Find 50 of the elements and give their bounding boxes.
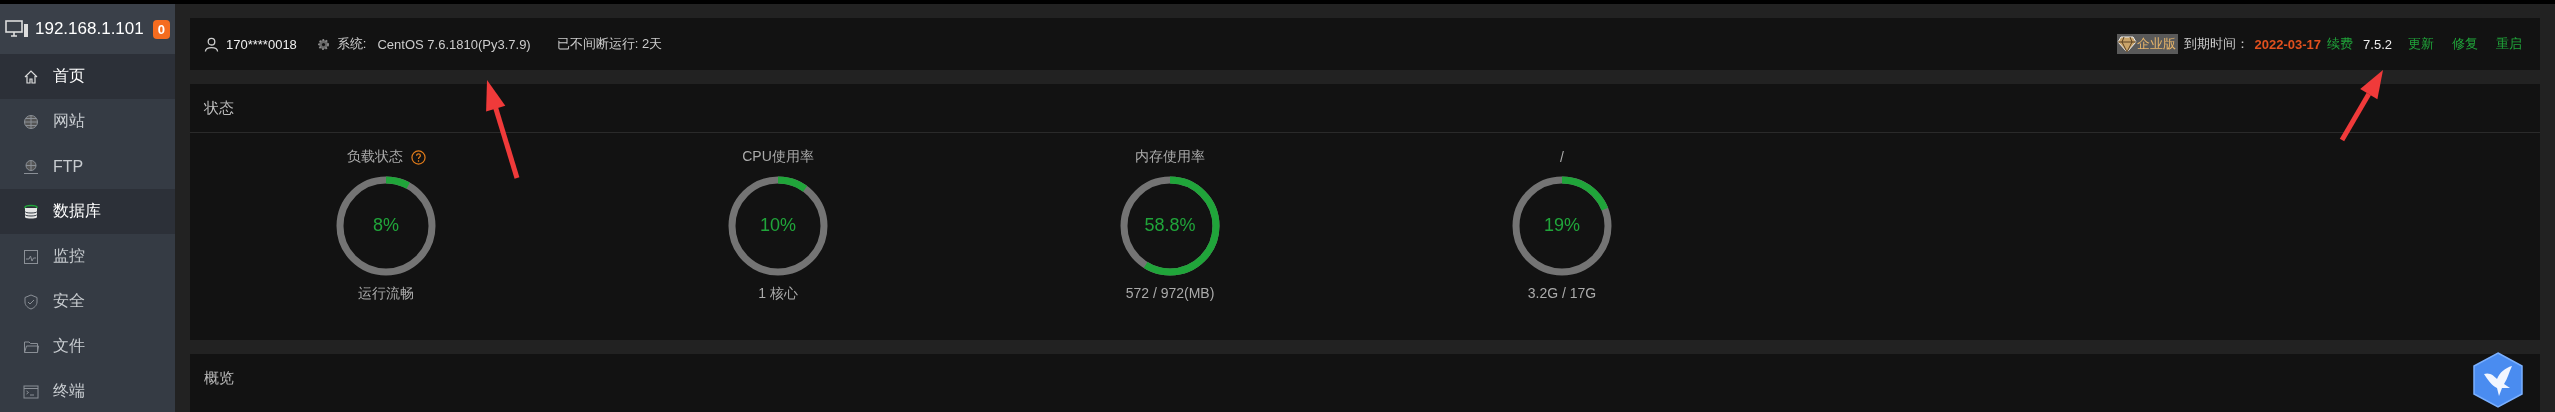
bird-app-icon[interactable]: [2472, 352, 2524, 408]
folder-icon: [23, 338, 39, 355]
gauge-caption: 1 核心: [758, 285, 798, 303]
action-link[interactable]: 修复: [2452, 35, 2478, 53]
action-link[interactable]: 重启: [2496, 35, 2522, 53]
gauge-title: 负载状态: [346, 148, 403, 166]
sidebar-item[interactable]: 网站: [0, 99, 175, 144]
gauge-value: 58.8%: [1143, 215, 1197, 236]
gauge-value: 19%: [1543, 215, 1581, 236]
sidebar-item[interactable]: 监控: [0, 234, 175, 279]
sidebar-item[interactable]: 终端: [0, 369, 175, 412]
help-icon[interactable]: [410, 149, 426, 165]
panel-title: 状态: [204, 98, 234, 118]
gauge-value: 8%: [372, 215, 400, 236]
gauge-title: CPU使用率: [742, 148, 814, 166]
gear-icon: [316, 37, 330, 51]
user-account: 170****0018: [226, 36, 297, 52]
edition-badge: 企业版: [2116, 34, 2178, 54]
renew-link[interactable]: 续费: [2327, 35, 2354, 53]
uptime-text: 已不间断运行: 2天: [556, 35, 663, 53]
globe-server-icon: [23, 158, 39, 175]
database-icon: [23, 203, 39, 220]
sidebar-item[interactable]: 文件: [0, 324, 175, 369]
diamond-icon: [2116, 35, 2137, 53]
computer-icon: [5, 20, 29, 38]
system-version: CentOS 7.6.1810(Py3.7.9): [377, 36, 531, 52]
version-number: 7.5.2: [2363, 36, 2392, 52]
user-icon: [204, 36, 219, 52]
sidebar-item[interactable]: 数据库: [0, 189, 175, 234]
monitor-chart-icon: [23, 248, 39, 265]
gauge-title: 内存使用率: [1135, 148, 1205, 166]
gauge-caption: 572 / 972(MB): [1125, 285, 1215, 301]
action-link[interactable]: 更新: [2408, 35, 2434, 53]
shield-icon: [23, 293, 39, 310]
sidebar-item[interactable]: FTP: [0, 144, 175, 189]
gauge-value: 10%: [759, 215, 797, 236]
expiry-label: 到期时间：: [2183, 35, 2249, 53]
terminal-icon: [23, 383, 39, 400]
system-label: 系统:: [336, 35, 367, 53]
expiry-date: 2022-03-17: [2254, 36, 2322, 52]
sidebar-item[interactable]: 安全: [0, 279, 175, 324]
annotation-arrow: [2339, 70, 2383, 142]
globe-icon: [23, 113, 39, 130]
sidebar-item[interactable]: 首页: [0, 54, 175, 99]
home-icon: [23, 68, 39, 85]
panel-title: 概览: [204, 368, 234, 388]
server-address: 192.168.1.101: [35, 19, 145, 39]
gauge-caption: 3.2G / 17G: [1527, 285, 1597, 301]
gauge-title: /: [1560, 149, 1564, 165]
gauge-caption: 运行流畅: [358, 285, 414, 303]
